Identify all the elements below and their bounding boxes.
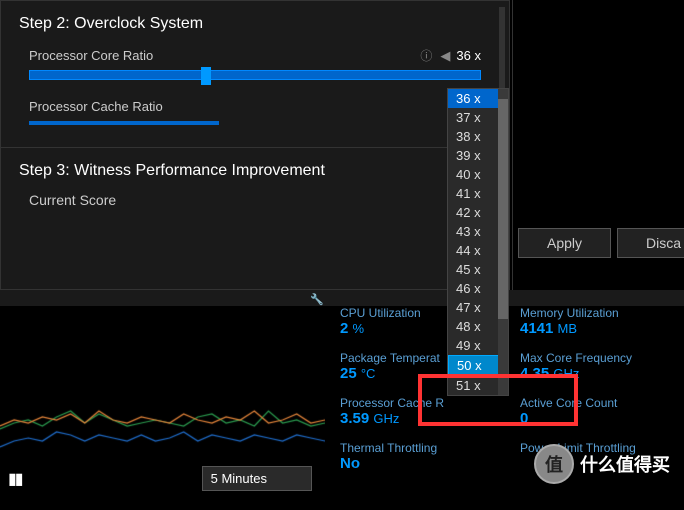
cache-ratio-row: Processor Cache Ratio ⓘ [1,92,509,137]
wrench-icon[interactable]: 🔧 [310,294,324,306]
time-range-select[interactable]: 5 Minutes [202,466,312,491]
stat-block: Max Core Frequency4.35 GHz [520,351,670,382]
cache-ratio-label: Processor Cache Ratio [29,99,163,114]
apply-button[interactable]: Apply [518,228,611,258]
ratio-dropdown[interactable]: ▲ 36 x37 x38 x39 x40 x41 x42 x43 x44 x45… [447,88,509,396]
stat-label: Processor Cache R [340,396,490,410]
stat-value: 3.59 GHz [340,410,490,427]
watermark-badge: 值 [534,444,574,484]
core-ratio-slider[interactable] [29,70,481,80]
stat-block: Thermal ThrottlingNo [340,441,490,472]
cache-ratio-label-row: Processor Cache Ratio ⓘ [29,98,481,115]
cache-ratio-slider[interactable] [29,121,219,125]
spinner-left-arrow[interactable]: ◀ [440,48,450,64]
core-ratio-slider-thumb[interactable] [201,67,211,85]
dropdown-scrollbar[interactable] [498,89,508,395]
stat-label: Max Core Frequency [520,351,670,365]
stat-label: Memory Utilization [520,306,670,320]
step3-section: Step 3: Witness Performance Improvement … [1,147,509,222]
stat-value: No [340,455,490,472]
stat-block: Active Core Count0 [520,396,670,427]
core-ratio-label: Processor Core Ratio [29,48,153,63]
core-ratio-label-row: Processor Core Ratio ⓘ ◀ 36 x [29,47,481,64]
graph-area [0,306,325,466]
step3-title: Step 3: Witness Performance Improvement [1,148,509,188]
info-icon[interactable]: ⓘ [420,47,432,64]
tools-bar: 🔧 [0,290,684,306]
current-score-label: Current Score [1,188,509,222]
button-row: Apply Disca [518,228,684,258]
stat-label: Thermal Throttling [340,441,490,455]
playback-controls: ▮▮ 5 Minutes [8,466,312,491]
step2-panel: Step 2: Overclock System Processor Core … [0,0,510,290]
stat-value: 4.35 GHz [520,365,670,382]
core-ratio-row: Processor Core Ratio ⓘ ◀ 36 x [1,41,509,92]
stat-block: Processor Cache R3.59 GHz [340,396,490,427]
watermark: 值 什么值得买 [534,444,670,484]
stat-label: Active Core Count [520,396,670,410]
stat-block: Memory Utilization4141 MB [520,306,670,337]
metrics-chart [0,306,325,456]
stat-value: 4141 MB [520,320,670,337]
core-ratio-value[interactable]: 36 x [456,48,481,63]
discard-button[interactable]: Disca [617,228,684,258]
stat-value: 0 [520,410,670,427]
step2-title: Step 2: Overclock System [1,1,509,41]
dropdown-scroll-thumb[interactable] [498,99,508,319]
pause-button[interactable]: ▮▮ [8,469,22,489]
watermark-text: 什么值得买 [580,451,670,477]
